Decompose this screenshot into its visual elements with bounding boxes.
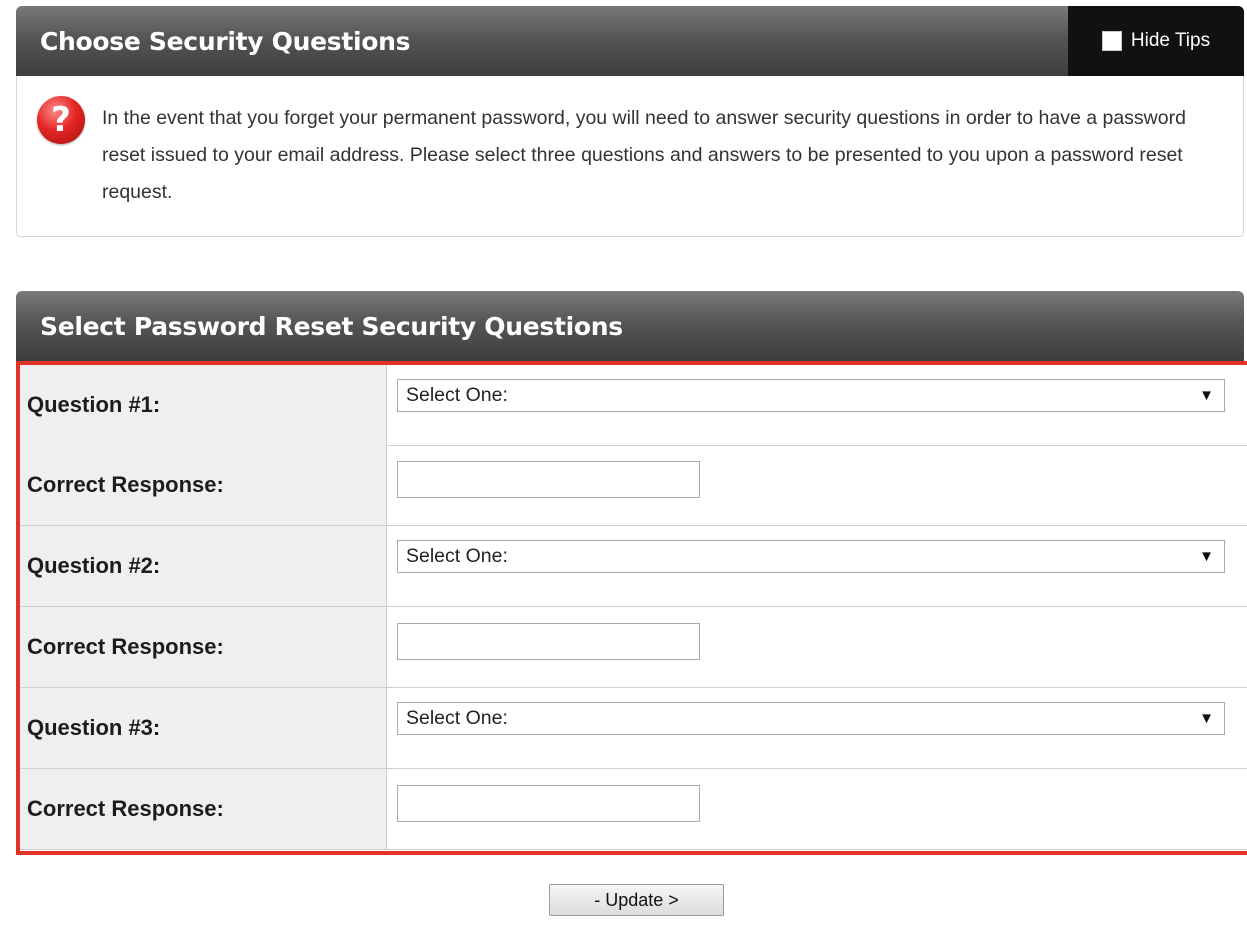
tips-body: ? In the event that you forget your perm…: [16, 76, 1244, 237]
questions-panel-header: Select Password Reset Security Questions: [16, 291, 1244, 361]
response-1-row: Correct Response:: [20, 445, 1247, 526]
response-3-input[interactable]: [397, 785, 700, 822]
questions-panel: Select Password Reset Security Questions: [16, 291, 1244, 361]
security-questions-form: Question #1: Select One: ▼ Correct Respo…: [16, 361, 1247, 855]
hide-tips-toggle[interactable]: Hide Tips: [1068, 6, 1244, 76]
dropdown-arrow-icon: ▼: [1199, 548, 1214, 565]
response-2-label: Correct Response:: [20, 607, 387, 687]
question-2-select-value: Select One:: [406, 545, 508, 567]
question-2-select[interactable]: Select One: ▼: [397, 540, 1225, 573]
update-button[interactable]: - Update >: [549, 884, 724, 916]
tips-panel-header: Choose Security Questions Hide Tips: [16, 6, 1244, 76]
question-2-label: Question #2:: [20, 526, 387, 606]
question-mark-icon: ?: [37, 96, 85, 144]
tips-panel-title: Choose Security Questions: [40, 27, 411, 56]
response-2-row: Correct Response:: [20, 607, 1247, 688]
response-3-row: Correct Response:: [20, 769, 1247, 850]
questions-panel-title: Select Password Reset Security Questions: [40, 312, 623, 341]
response-1-label: Correct Response:: [20, 445, 387, 525]
response-1-input[interactable]: [397, 461, 700, 498]
question-3-select[interactable]: Select One: ▼: [397, 702, 1225, 735]
response-3-label: Correct Response:: [20, 769, 387, 849]
question-3-row: Question #3: Select One: ▼: [20, 688, 1247, 769]
hide-tips-checkbox[interactable]: [1101, 31, 1122, 51]
question-3-select-value: Select One:: [406, 707, 508, 729]
question-2-row: Question #2: Select One: ▼: [20, 526, 1247, 607]
response-2-input[interactable]: [397, 623, 700, 660]
tips-panel: Choose Security Questions Hide Tips ? In…: [16, 6, 1244, 237]
question-3-label: Question #3:: [20, 688, 387, 768]
tips-text: In the event that you forget your perman…: [102, 107, 1186, 203]
dropdown-arrow-icon: ▼: [1199, 387, 1214, 404]
question-1-label: Question #1:: [20, 365, 387, 445]
question-1-row: Question #1: Select One: ▼: [20, 365, 1247, 446]
hide-tips-label: Hide Tips: [1130, 30, 1211, 51]
question-1-select-value: Select One:: [406, 384, 508, 406]
dropdown-arrow-icon: ▼: [1199, 710, 1214, 727]
question-1-select[interactable]: Select One: ▼: [397, 379, 1225, 412]
